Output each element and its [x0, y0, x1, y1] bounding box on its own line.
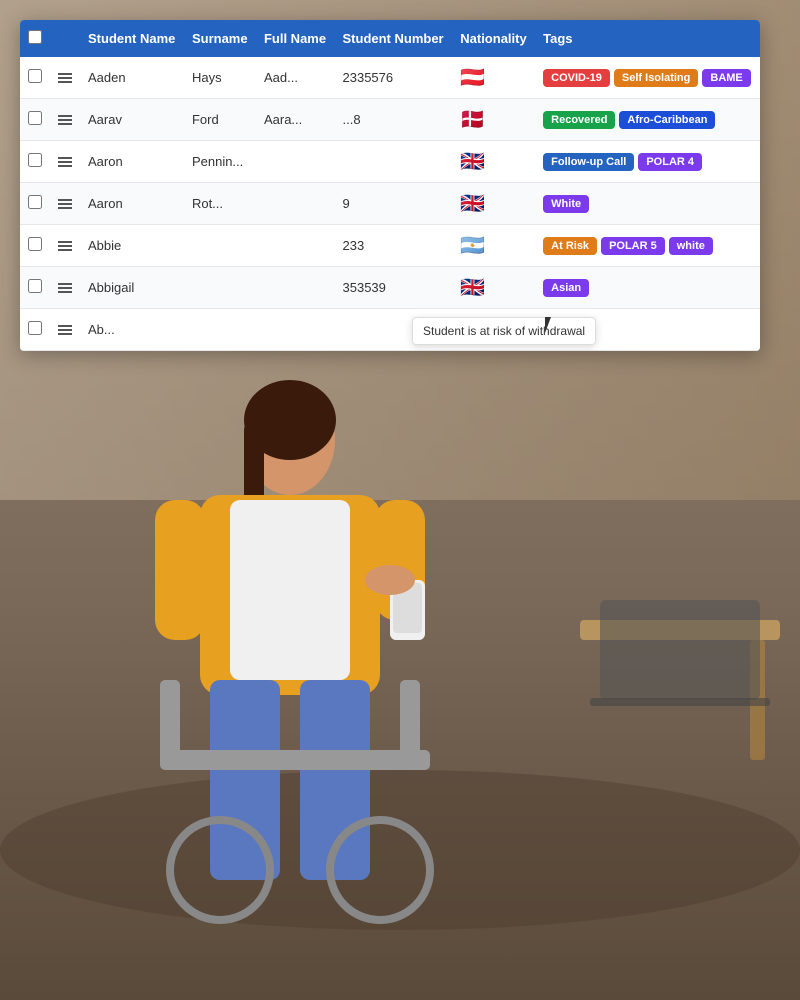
student-table-panel: Student Name Surname Full Name Student N…: [20, 20, 760, 351]
student-surname: Rot...: [184, 183, 256, 225]
nationality-flag: 🇩🇰: [452, 99, 535, 141]
table-row: AaravFordAara......8🇩🇰RecoveredAfro-Cari…: [20, 99, 760, 141]
student-number: 9: [335, 183, 453, 225]
nationality-flag: 🇬🇧: [452, 267, 535, 309]
row-checkbox-cell: [20, 141, 50, 183]
header-menu-col: [50, 20, 80, 57]
nationality-flag: 🇦🇷: [452, 225, 535, 267]
header-checkbox-col: [20, 20, 50, 57]
header-surname: Surname: [184, 20, 256, 57]
student-first-name: Abbigail: [80, 267, 184, 309]
tag-badge[interactable]: Asian: [543, 279, 589, 297]
row-checkbox-cell: [20, 183, 50, 225]
row-menu-cell[interactable]: [50, 225, 80, 267]
tag-badge[interactable]: Recovered: [543, 111, 615, 129]
row-checkbox[interactable]: [28, 195, 42, 209]
table-row: Abbigail 353539🇬🇧 Asian: [20, 267, 760, 309]
nationality-flag: 🇦🇹: [452, 57, 535, 99]
tag-badge[interactable]: At Risk: [543, 237, 597, 255]
student-first-name: Aarav: [80, 99, 184, 141]
student-full-name: Aad...: [256, 57, 335, 99]
student-full-name: [256, 141, 335, 183]
table-header-row: Student Name Surname Full Name Student N…: [20, 20, 760, 57]
header-full-name: Full Name: [256, 20, 335, 57]
hamburger-icon[interactable]: [58, 241, 72, 251]
student-number: 353539: [335, 267, 453, 309]
row-checkbox[interactable]: [28, 279, 42, 293]
nationality-flag: 🇬🇧: [452, 183, 535, 225]
hamburger-icon[interactable]: [58, 283, 72, 293]
tags-cell: Follow-up CallPOLAR 4: [535, 141, 760, 183]
table-row: AaronPennin...🇬🇧Follow-up CallPOLAR 4: [20, 141, 760, 183]
student-first-name: Aaden: [80, 57, 184, 99]
table-row: Ab...🇬🇧Asian: [20, 309, 760, 351]
tags-cell: COVID-19Self IsolatingBAME: [535, 57, 760, 99]
student-table: Student Name Surname Full Name Student N…: [20, 20, 760, 351]
tag-badge[interactable]: POLAR 5: [601, 237, 665, 255]
row-checkbox[interactable]: [28, 153, 42, 167]
nationality-flag: 🇬🇧: [452, 141, 535, 183]
tags-cell: Asian: [535, 267, 760, 309]
row-menu-cell[interactable]: [50, 309, 80, 351]
table-row: AadenHaysAad...2335576🇦🇹COVID-19Self Iso…: [20, 57, 760, 99]
tag-badge[interactable]: BAME: [702, 69, 750, 87]
row-checkbox-cell: [20, 57, 50, 99]
row-checkbox-cell: [20, 99, 50, 141]
row-checkbox-cell: [20, 309, 50, 351]
row-menu-cell[interactable]: [50, 57, 80, 99]
row-menu-cell[interactable]: [50, 99, 80, 141]
student-first-name: Aaron: [80, 183, 184, 225]
row-menu-cell[interactable]: [50, 141, 80, 183]
student-full-name: [256, 267, 335, 309]
tags-cell: RecoveredAfro-Caribbean: [535, 99, 760, 141]
tag-badge[interactable]: Afro-Caribbean: [619, 111, 715, 129]
hamburger-icon[interactable]: [58, 73, 72, 83]
row-checkbox-cell: [20, 267, 50, 309]
student-surname: [184, 225, 256, 267]
student-first-name: Ab...: [80, 309, 184, 351]
row-checkbox[interactable]: [28, 237, 42, 251]
student-surname: [184, 267, 256, 309]
student-surname: [184, 309, 256, 351]
student-number: 2335576: [335, 57, 453, 99]
hamburger-icon[interactable]: [58, 325, 72, 335]
student-surname: Pennin...: [184, 141, 256, 183]
row-checkbox[interactable]: [28, 321, 42, 335]
header-student-number: Student Number: [335, 20, 453, 57]
tag-badge[interactable]: POLAR 4: [638, 153, 702, 171]
tag-badge[interactable]: Self Isolating: [614, 69, 698, 87]
student-number: [335, 141, 453, 183]
hamburger-icon[interactable]: [58, 115, 72, 125]
header-nationality: Nationality: [452, 20, 535, 57]
student-surname: Hays: [184, 57, 256, 99]
tags-cell: At RiskPOLAR 5white: [535, 225, 760, 267]
tag-badge[interactable]: white: [669, 237, 713, 255]
student-full-name: [256, 183, 335, 225]
table-row: Abbie233🇦🇷At RiskPOLAR 5white: [20, 225, 760, 267]
row-menu-cell[interactable]: [50, 183, 80, 225]
tag-badge[interactable]: Follow-up Call: [543, 153, 634, 171]
student-number: ...8: [335, 99, 453, 141]
row-checkbox[interactable]: [28, 69, 42, 83]
table-row: AaronRot... 9🇬🇧 White: [20, 183, 760, 225]
at-risk-tooltip: Student is at risk of withdrawal: [412, 317, 596, 345]
student-first-name: Abbie: [80, 225, 184, 267]
tag-badge[interactable]: COVID-19: [543, 69, 610, 87]
student-first-name: Aaron: [80, 141, 184, 183]
select-all-checkbox[interactable]: [28, 30, 42, 44]
header-student-name: Student Name: [80, 20, 184, 57]
student-number: 233: [335, 225, 453, 267]
row-menu-cell[interactable]: [50, 267, 80, 309]
tags-cell: White: [535, 183, 760, 225]
row-checkbox-cell: [20, 225, 50, 267]
header-tags: Tags: [535, 20, 760, 57]
student-surname: Ford: [184, 99, 256, 141]
student-full-name: [256, 225, 335, 267]
student-full-name: [256, 309, 335, 351]
hamburger-icon[interactable]: [58, 157, 72, 167]
hamburger-icon[interactable]: [58, 199, 72, 209]
tag-badge[interactable]: White: [543, 195, 589, 213]
row-checkbox[interactable]: [28, 111, 42, 125]
student-full-name: Aara...: [256, 99, 335, 141]
